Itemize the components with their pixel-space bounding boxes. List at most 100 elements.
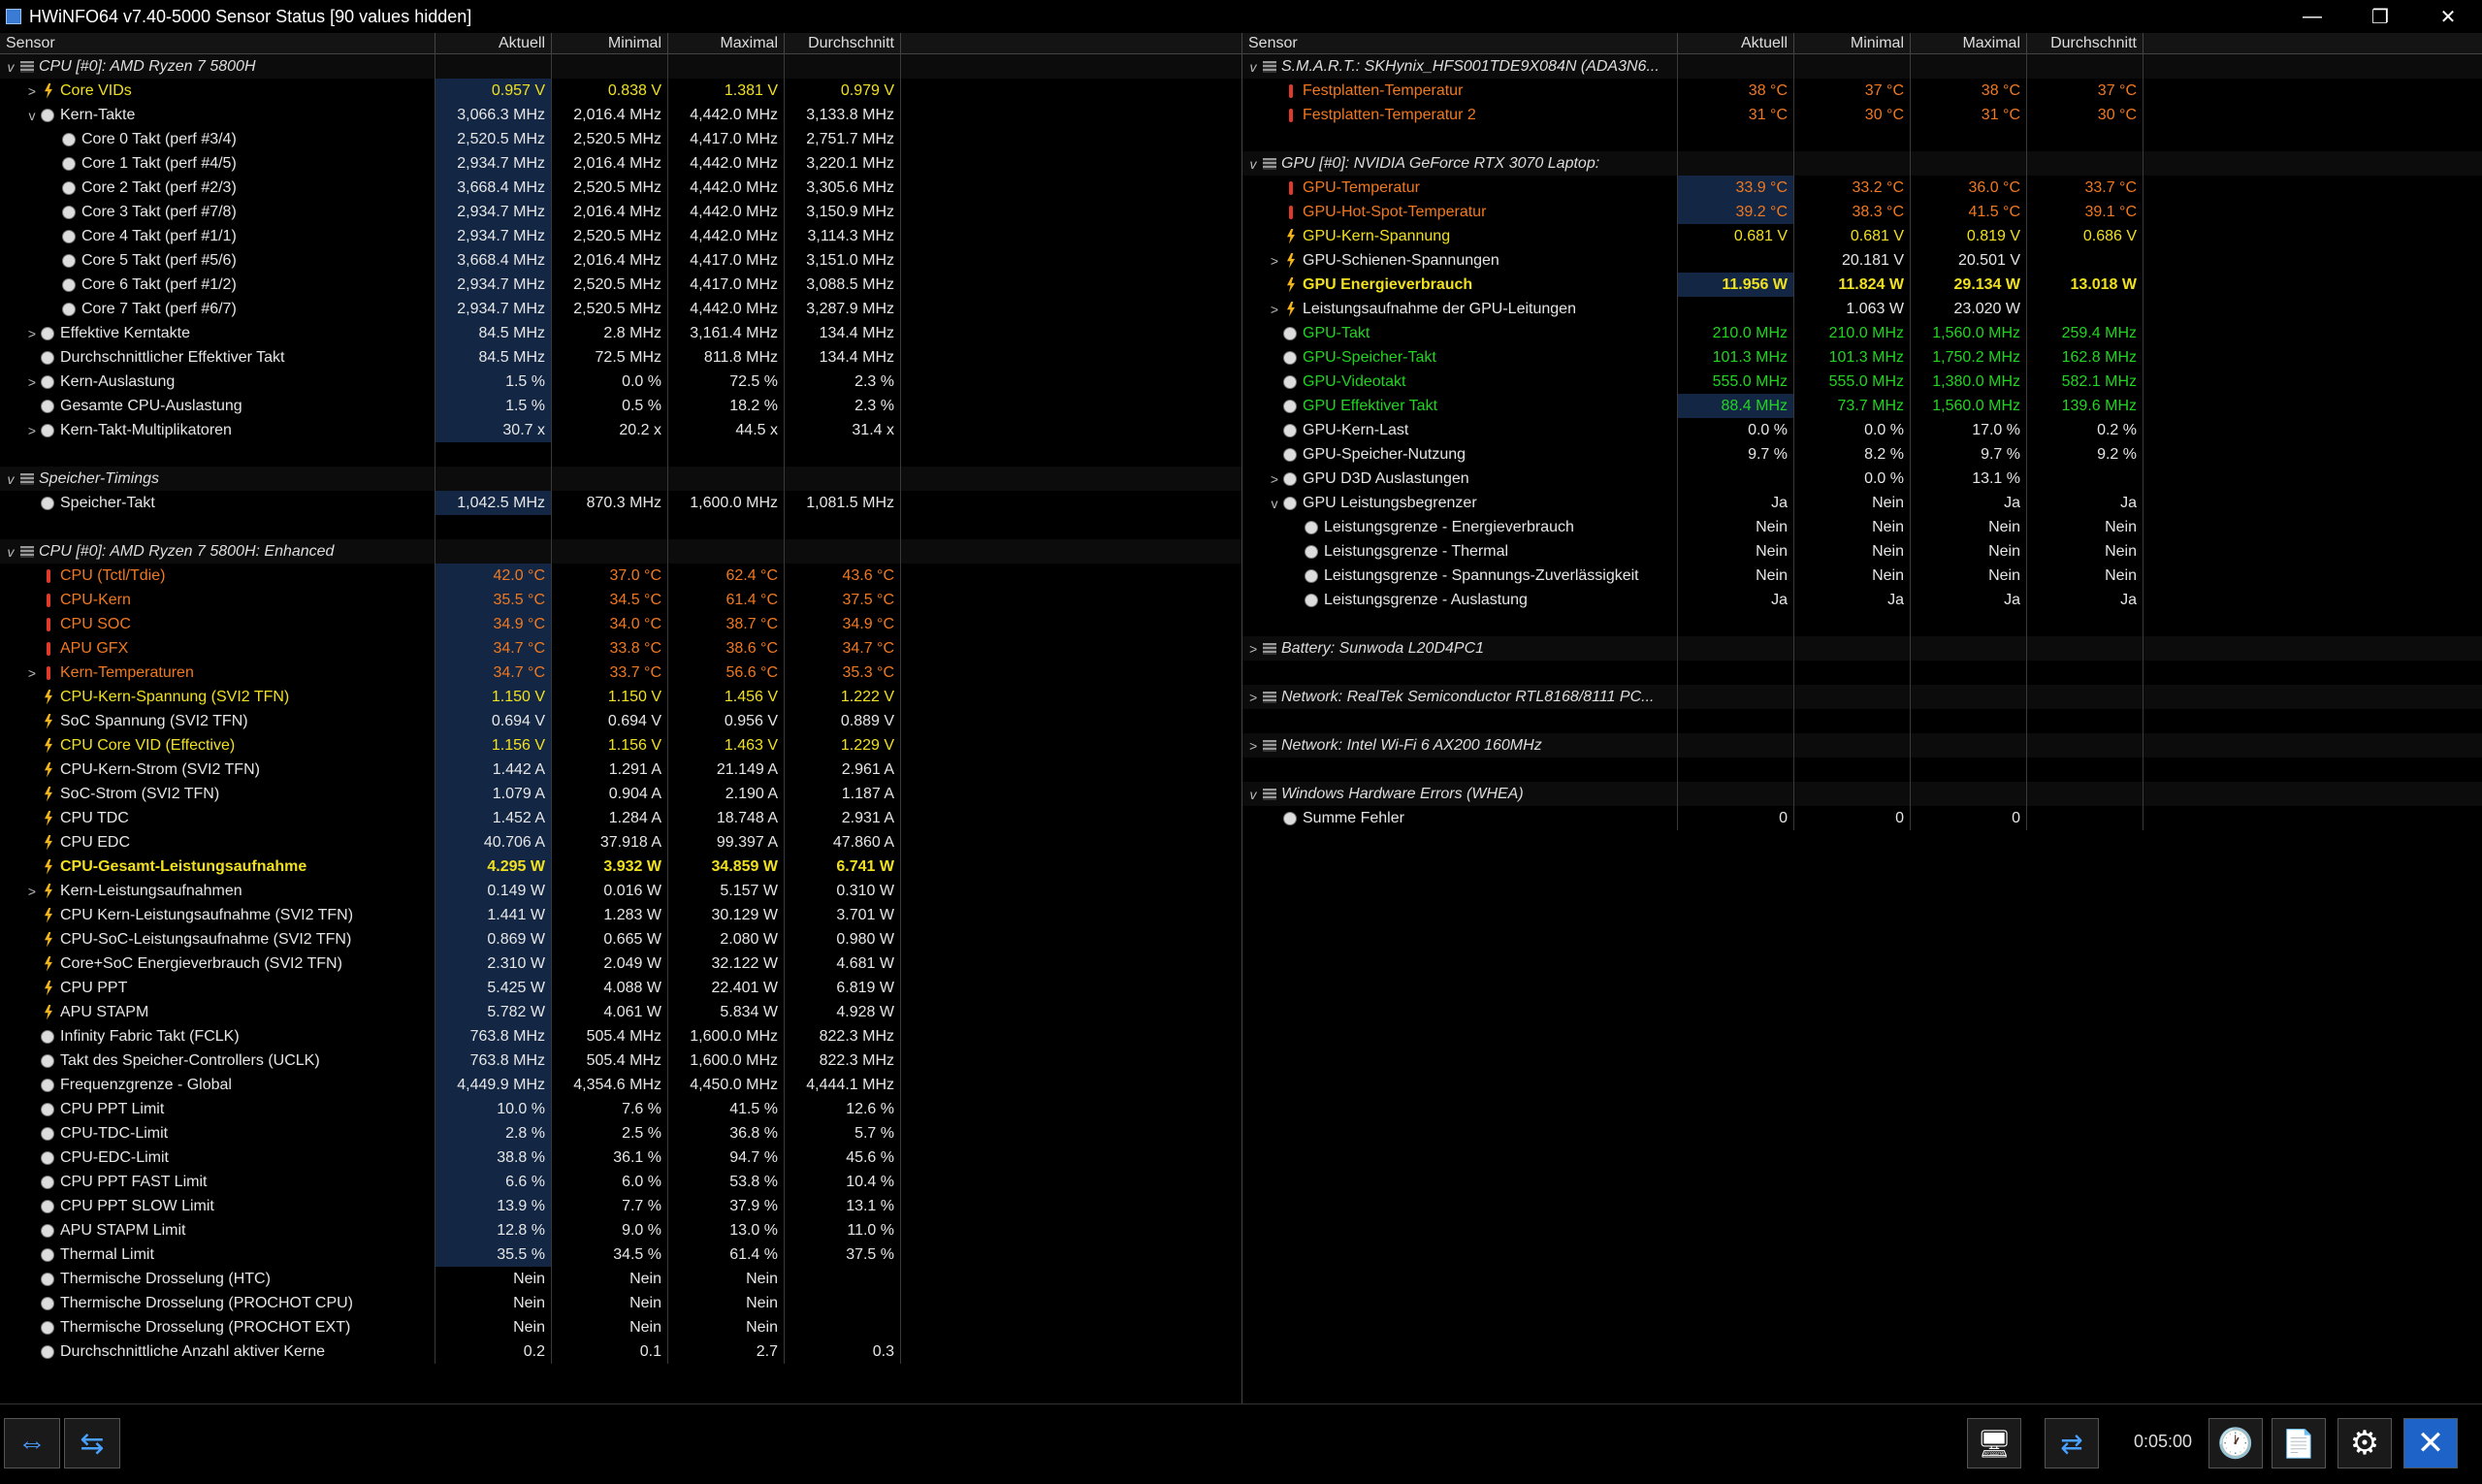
sensor-row[interactable]: > Leistungsaufnahme der GPU-Leitungen 1.06… bbox=[1242, 297, 2482, 321]
sensor-row[interactable]: Core 0 Takt (perf #3/4) 2,520.5 MHz 2,520.… bbox=[0, 127, 1241, 151]
col-avg[interactable]: Durchschnitt bbox=[785, 33, 901, 54]
expand-toggle-icon[interactable]: > bbox=[1244, 641, 1262, 657]
sensor-row[interactable]: APU STAPM Limit 12.8 % 9.0 % 13.0 % 11.0 % bbox=[0, 1218, 1241, 1242]
expand-toggle-icon[interactable]: v bbox=[1244, 787, 1262, 802]
expand-toggle-icon[interactable]: > bbox=[1244, 690, 1262, 705]
sensor-row[interactable]: Durchschnittlicher Effektiver Takt 84.5 M… bbox=[0, 345, 1241, 370]
sensor-pane-right[interactable]: Sensor Aktuell Minimal Maximal Durchschn… bbox=[1241, 33, 2482, 1403]
sensor-row[interactable]: Core+SoC Energieverbrauch (SVI2 TFN) 2.31… bbox=[0, 952, 1241, 976]
sensor-row[interactable]: v Kern-Takte 3,066.3 MHz 2,016.4 MHz 4,442.0… bbox=[0, 103, 1241, 127]
col-current[interactable]: Aktuell bbox=[1678, 33, 1794, 54]
sensor-group-row[interactable]: v CPU [#0]: AMD Ryzen 7 5800H: Enhanced bbox=[0, 539, 1241, 564]
nav-right-button[interactable]: ⇆ bbox=[64, 1418, 120, 1468]
sensor-row[interactable]: Infinity Fabric Takt (FCLK) 763.8 MHz 505.… bbox=[0, 1024, 1241, 1048]
sensor-row[interactable]: GPU Energieverbrauch 11.956 W 11.824 W 29.1… bbox=[1242, 273, 2482, 297]
sensor-row[interactable]: CPU-SoC-Leistungsaufnahme (SVI2 TFN) 0.86… bbox=[0, 927, 1241, 952]
expand-toggle-icon[interactable]: > bbox=[1266, 302, 1283, 317]
sensor-row[interactable]: Takt des Speicher-Controllers (UCLK) 763.… bbox=[0, 1048, 1241, 1073]
sensor-row[interactable]: Core 6 Takt (perf #1/2) 2,934.7 MHz 2,520.… bbox=[0, 273, 1241, 297]
sensor-row[interactable]: GPU-Kern-Last 0.0 % 0.0 % 17.0 % 0.2 % bbox=[1242, 418, 2482, 442]
col-avg[interactable]: Durchschnitt bbox=[2027, 33, 2144, 54]
settings-gear-button[interactable]: ⚙ bbox=[2337, 1418, 2392, 1468]
sensor-row[interactable]: Leistungsgrenze - Thermal Nein Nein Nein Nei… bbox=[1242, 539, 2482, 564]
sensor-row[interactable]: GPU-Speicher-Takt 101.3 MHz 101.3 MHz 1,750… bbox=[1242, 345, 2482, 370]
sensor-row[interactable]: Leistungsgrenze - Spannungs-Zuverlässigk… bbox=[1242, 564, 2482, 588]
sensor-row[interactable]: GPU-Temperatur 33.9 °C 33.2 °C 36.0 °C 33.7 … bbox=[1242, 176, 2482, 200]
sensor-row[interactable]: > GPU D3D Auslastungen 0.0 % 13.1 % bbox=[1242, 467, 2482, 491]
sensor-row[interactable]: Festplatten-Temperatur 38 °C 37 °C 38 °C 37 … bbox=[1242, 79, 2482, 103]
expand-toggle-icon[interactable]: > bbox=[1266, 253, 1283, 269]
sensor-row[interactable]: > Kern-Leistungsaufnahmen 0.149 W 0.016 W 5.… bbox=[0, 879, 1241, 903]
close-sensor-button[interactable]: ✕ bbox=[2403, 1418, 2458, 1468]
expand-toggle-icon[interactable]: v bbox=[2, 59, 19, 75]
expand-toggle-icon[interactable]: v bbox=[1244, 156, 1262, 172]
sensor-row[interactable]: CPU Kern-Leistungsaufnahme (SVI2 TFN) 1.4… bbox=[0, 903, 1241, 927]
expand-toggle-icon[interactable]: v bbox=[1244, 59, 1262, 75]
expand-toggle-icon[interactable]: > bbox=[23, 665, 41, 681]
report-icon-button[interactable]: 📄 bbox=[2272, 1418, 2326, 1468]
sensor-row[interactable]: CPU-Kern-Strom (SVI2 TFN) 1.442 A 1.291 A2… bbox=[0, 758, 1241, 782]
sensor-row[interactable]: Festplatten-Temperatur 2 31 °C 30 °C 31 °C 3… bbox=[1242, 103, 2482, 127]
sensor-row[interactable]: Core 7 Takt (perf #6/7) 2,934.7 MHz 2,520.… bbox=[0, 297, 1241, 321]
col-max[interactable]: Maximal bbox=[668, 33, 785, 54]
sensor-row[interactable]: CPU-TDC-Limit 2.8 % 2.5 % 36.8 % 5.7 % bbox=[0, 1121, 1241, 1145]
sensor-row[interactable]: Core 3 Takt (perf #7/8) 2,934.7 MHz 2,016.… bbox=[0, 200, 1241, 224]
sensor-group-row[interactable]: v Speicher-Timings bbox=[0, 467, 1241, 491]
sensor-row[interactable]: CPU TDC 1.452 A 1.284 A 18.748 A 2.931 A bbox=[0, 806, 1241, 830]
sensor-row[interactable]: CPU-Gesamt-Leistungsaufnahme 4.295 W 3.932… bbox=[0, 855, 1241, 879]
expand-toggle-icon[interactable]: > bbox=[23, 884, 41, 899]
col-min[interactable]: Minimal bbox=[552, 33, 668, 54]
sensor-row[interactable]: GPU-Kern-Spannung 0.681 V 0.681 V 0.819 V 0.… bbox=[1242, 224, 2482, 248]
col-current[interactable]: Aktuell bbox=[435, 33, 552, 54]
sensor-row[interactable]: APU GFX 34.7 °C 33.8 °C 38.6 °C 34.7 °C bbox=[0, 636, 1241, 661]
sensor-row[interactable]: Durchschnittliche Anzahl aktiver Kerne 0.… bbox=[0, 1339, 1241, 1364]
minimize-button[interactable]: — bbox=[2278, 0, 2346, 33]
sensor-group-row[interactable]: > Battery: Sunwoda L20D4PC1 bbox=[1242, 636, 2482, 661]
sensor-row[interactable]: CPU-Kern-Spannung (SVI2 TFN) 1.150 V 1.150… bbox=[0, 685, 1241, 709]
sensor-row[interactable]: CPU PPT SLOW Limit 13.9 % 7.7 % 37.9 % 13.1 … bbox=[0, 1194, 1241, 1218]
sensor-row[interactable]: CPU PPT Limit 10.0 % 7.6 % 41.5 % 12.6 % bbox=[0, 1097, 1241, 1121]
sensor-row[interactable]: Core 2 Takt (perf #2/3) 3,668.4 MHz 2,520.… bbox=[0, 176, 1241, 200]
sensor-row[interactable]: > Kern-Takt-Multiplikatoren 30.7 x 20.2 x 44… bbox=[0, 418, 1241, 442]
expand-toggle-icon[interactable]: > bbox=[23, 423, 41, 438]
sensor-row[interactable]: Thermische Drosselung (PROCHOT CPU) Nein N… bbox=[0, 1291, 1241, 1315]
expand-toggle-icon[interactable]: > bbox=[23, 83, 41, 99]
sensor-row[interactable]: GPU-Videotakt 555.0 MHz 555.0 MHz 1,380.0 M… bbox=[1242, 370, 2482, 394]
expand-toggle-icon[interactable]: > bbox=[23, 374, 41, 390]
close-window-button[interactable]: ✕ bbox=[2414, 0, 2482, 33]
sensor-row[interactable]: Leistungsgrenze - Energieverbrauch Nein Ne… bbox=[1242, 515, 2482, 539]
sensor-row[interactable]: > Core VIDs 0.957 V 0.838 V 1.381 V 0.979 V bbox=[0, 79, 1241, 103]
sensor-row[interactable]: CPU EDC 40.706 A 37.918 A 99.397 A 47.860 A bbox=[0, 830, 1241, 855]
sensor-row[interactable]: Summe Fehler 0 0 0 bbox=[1242, 806, 2482, 830]
sensor-row[interactable]: Speicher-Takt 1,042.5 MHz 870.3 MHz 1,600.0… bbox=[0, 491, 1241, 515]
sensor-row[interactable]: GPU-Takt 210.0 MHz 210.0 MHz 1,560.0 MHz 259… bbox=[1242, 321, 2482, 345]
sensor-row[interactable]: Core 4 Takt (perf #1/1) 2,934.7 MHz 2,520.… bbox=[0, 224, 1241, 248]
sensor-row[interactable]: Thermal Limit 35.5 % 34.5 % 61.4 % 37.5 % bbox=[0, 1242, 1241, 1267]
network-icon-button[interactable]: 🖥 bbox=[1967, 1418, 2021, 1468]
col-max[interactable]: Maximal bbox=[1911, 33, 2027, 54]
sensor-group-row[interactable]: > Network: Intel Wi-Fi 6 AX200 160MHz bbox=[1242, 733, 2482, 758]
sync-icon-button[interactable]: ⇄ bbox=[2045, 1418, 2099, 1468]
col-min[interactable]: Minimal bbox=[1794, 33, 1911, 54]
sensor-row[interactable]: CPU-Kern 35.5 °C 34.5 °C 61.4 °C 37.5 °C bbox=[0, 588, 1241, 612]
sensor-row[interactable]: CPU Core VID (Effective) 1.156 V 1.156 V 1.… bbox=[0, 733, 1241, 758]
expand-toggle-icon[interactable]: > bbox=[1244, 738, 1262, 754]
sensor-row[interactable]: > GPU-Schienen-Spannungen 20.181 V 20.501 V bbox=[1242, 248, 2482, 273]
sensor-row[interactable]: CPU-EDC-Limit 38.8 % 36.1 % 94.7 % 45.6 % bbox=[0, 1145, 1241, 1170]
sensor-row[interactable]: APU STAPM 5.782 W 4.061 W 5.834 W 4.928 W bbox=[0, 1000, 1241, 1024]
clock-icon-button[interactable]: 🕐 bbox=[2208, 1418, 2263, 1468]
maximize-button[interactable]: ❐ bbox=[2346, 0, 2414, 33]
sensor-group-row[interactable]: v Windows Hardware Errors (WHEA) bbox=[1242, 782, 2482, 806]
sensor-row[interactable]: GPU-Hot-Spot-Temperatur 39.2 °C 38.3 °C 41.… bbox=[1242, 200, 2482, 224]
sensor-group-row[interactable]: v S.M.A.R.T.: SKHynix_HFS001TDE9X084N (AD… bbox=[1242, 54, 2482, 79]
sensor-row[interactable]: Leistungsgrenze - Auslastung Ja Ja Ja Ja bbox=[1242, 588, 2482, 612]
nav-left-button[interactable]: ⇔ bbox=[4, 1418, 60, 1468]
sensor-row[interactable]: Gesamte CPU-Auslastung 1.5 % 0.5 % 18.2 % 2.… bbox=[0, 394, 1241, 418]
sensor-row[interactable]: > Kern-Auslastung 1.5 % 0.0 % 72.5 % 2.3 % bbox=[0, 370, 1241, 394]
sensor-row[interactable]: CPU (Tctl/Tdie) 42.0 °C 37.0 °C 62.4 °C 43.6… bbox=[0, 564, 1241, 588]
expand-toggle-icon[interactable]: v bbox=[1266, 496, 1283, 511]
sensor-row[interactable]: CPU PPT 5.425 W 4.088 W 22.401 W 6.819 W bbox=[0, 976, 1241, 1000]
sensor-row[interactable]: SoC Spannung (SVI2 TFN) 0.694 V 0.694 V 0.9… bbox=[0, 709, 1241, 733]
sensor-pane-left[interactable]: Sensor Aktuell Minimal Maximal Durchschn… bbox=[0, 33, 1241, 1403]
sensor-group-row[interactable]: v GPU [#0]: NVIDIA GeForce RTX 3070 Lapto… bbox=[1242, 151, 2482, 176]
